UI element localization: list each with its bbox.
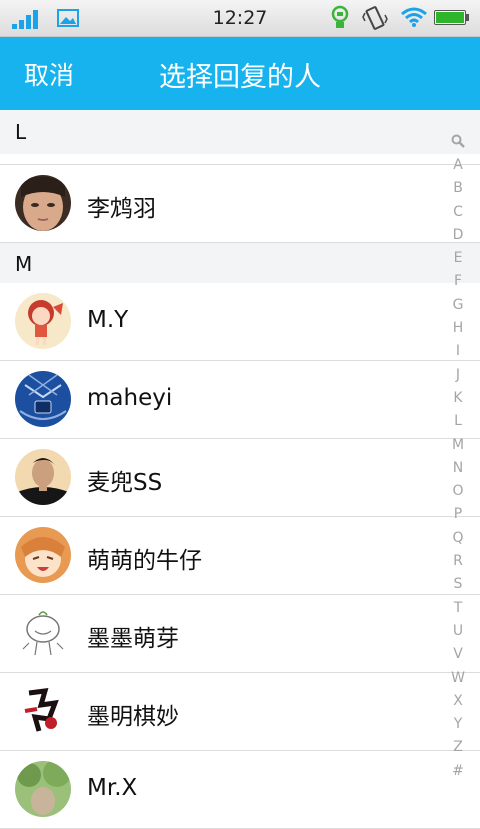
- index-letter-b[interactable]: B: [446, 177, 470, 200]
- contact-name: Mr.X: [87, 775, 138, 801]
- index-letter-p[interactable]: P: [446, 503, 470, 526]
- index-letter-y[interactable]: Y: [446, 713, 470, 736]
- contact-name: 墨明棋妙: [87, 704, 179, 730]
- index-letter-g[interactable]: G: [446, 294, 470, 317]
- contact-name: 李鸩羽: [87, 196, 156, 222]
- index-letter-s[interactable]: S: [446, 573, 470, 596]
- contact-row[interactable]: maheyi: [0, 361, 480, 439]
- index-letter-c[interactable]: C: [446, 201, 470, 224]
- index-letter-i[interactable]: I: [446, 340, 470, 363]
- avatar: [15, 605, 71, 661]
- index-letter-v[interactable]: V: [446, 643, 470, 666]
- battery-fill: [436, 12, 464, 23]
- contact-row[interactable]: 萌萌的牛仔: [0, 517, 480, 595]
- index-letter-x[interactable]: X: [446, 690, 470, 713]
- contact-name: 麦兜SS: [87, 470, 163, 496]
- section-letter: M: [15, 252, 33, 276]
- index-letter-m[interactable]: M: [446, 434, 470, 457]
- index-letter-k[interactable]: K: [446, 387, 470, 410]
- section-letter: L: [15, 120, 27, 144]
- avatar: [15, 761, 71, 817]
- index-letter-u[interactable]: U: [446, 620, 470, 643]
- index-letter-a[interactable]: A: [446, 154, 470, 177]
- page-title: 选择回复的人: [159, 62, 321, 93]
- wifi-icon: [400, 6, 428, 32]
- index-letter-r[interactable]: R: [446, 550, 470, 573]
- index-letter-d[interactable]: D: [446, 224, 470, 247]
- avatar: [15, 175, 71, 231]
- contact-name: 墨墨萌芽: [87, 626, 179, 652]
- contact-row[interactable]: 墨墨萌芽: [0, 595, 480, 673]
- contact-row[interactable]: 李鸩羽: [0, 165, 480, 243]
- index-letter-h[interactable]: H: [446, 317, 470, 340]
- avatar: [15, 449, 71, 505]
- index-letter-hash[interactable]: #: [446, 760, 470, 783]
- avatar: [15, 293, 71, 349]
- battery-icon: [434, 10, 466, 25]
- contact-row[interactable]: 麦兜SS: [0, 439, 480, 517]
- index-letter-l[interactable]: L: [446, 410, 470, 433]
- vibrate-icon: [362, 5, 388, 35]
- index-letter-w[interactable]: W: [446, 667, 470, 690]
- index-letter-t[interactable]: T: [446, 597, 470, 620]
- contact-row[interactable]: Mr.X: [0, 751, 480, 829]
- title-bar: 取消 选择回复的人: [0, 37, 480, 110]
- contact-list[interactable]: L 李鸩羽 M M.Y maheyi 麦兜SS 萌萌的牛仔 墨墨萌芽 墨明棋妙 …: [0, 110, 480, 829]
- avatar: [15, 371, 71, 427]
- contact-row[interactable]: M.Y: [0, 283, 480, 361]
- index-letter-o[interactable]: O: [446, 480, 470, 503]
- bulb-icon: [330, 5, 350, 35]
- section-header-l: L: [0, 110, 480, 154]
- index-letter-e[interactable]: E: [446, 247, 470, 270]
- contact-row[interactable]: 墨明棋妙: [0, 673, 480, 751]
- index-letter-n[interactable]: N: [446, 457, 470, 480]
- search-icon[interactable]: [446, 128, 470, 154]
- index-letter-f[interactable]: F: [446, 270, 470, 293]
- avatar: [15, 527, 71, 583]
- status-bar: 12:27: [0, 0, 480, 37]
- contact-name: 萌萌的牛仔: [87, 548, 202, 574]
- index-letter-q[interactable]: Q: [446, 527, 470, 550]
- section-header-m: M: [0, 243, 480, 283]
- index-letter-j[interactable]: J: [446, 364, 470, 387]
- index-letter-z[interactable]: Z: [446, 736, 470, 759]
- contact-name: maheyi: [87, 385, 173, 411]
- contact-name: M.Y: [87, 307, 129, 333]
- alphabet-index-bar[interactable]: A B C D E F G H I J K L M N O P Q R S T U V W X Y Z #: [446, 128, 470, 783]
- avatar: [15, 683, 71, 739]
